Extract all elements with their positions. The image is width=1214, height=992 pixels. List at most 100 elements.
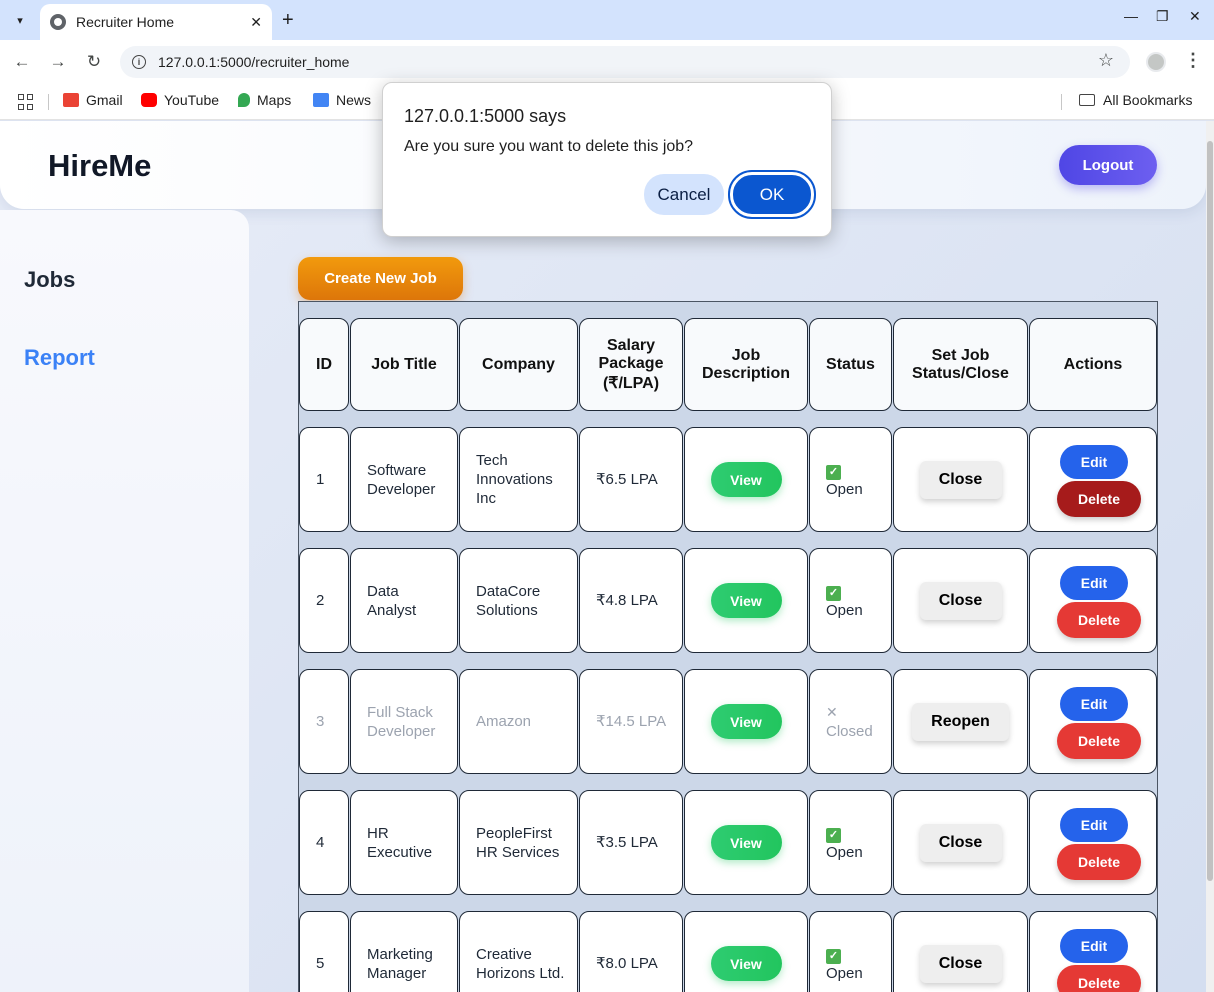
table-cell-salary: ₹4.8 LPA: [579, 548, 683, 653]
profile-avatar-icon[interactable]: [1146, 52, 1166, 72]
jobs-table: ID Job Title Company Salary Package (₹/LPA)…: [298, 301, 1158, 992]
address-bar[interactable]: i 127.0.0.1:5000/recruiter_home ☆: [120, 46, 1130, 78]
table-cell-job-title: Software Developer: [350, 427, 458, 532]
tab-title: Recruiter Home: [76, 14, 175, 30]
job-status: ✓ Open: [810, 582, 863, 620]
column-header-id: ID: [299, 318, 349, 411]
column-header-job-title: Job Title: [350, 318, 458, 411]
delete-job-button[interactable]: Delete: [1057, 602, 1141, 638]
close-job-button[interactable]: Close: [919, 944, 1002, 983]
view-description-button[interactable]: View: [710, 704, 782, 739]
logout-button[interactable]: Logout: [1059, 145, 1157, 185]
table-cell-company: Amazon: [459, 669, 578, 774]
job-company: PeopleFirst HR Services: [476, 824, 560, 861]
news-icon: [313, 93, 329, 107]
job-title: Full Stack Developer: [367, 703, 436, 740]
delete-job-button[interactable]: Delete: [1057, 481, 1141, 517]
table-cell-set-status: Close: [893, 427, 1028, 532]
column-header-salary: Salary Package (₹/LPA): [579, 318, 683, 411]
table-cell-description: View: [684, 911, 808, 992]
bookmark-star-icon[interactable]: ☆: [1098, 50, 1114, 71]
close-job-button[interactable]: Close: [919, 823, 1002, 862]
view-description-button[interactable]: View: [710, 946, 782, 981]
view-description-button[interactable]: View: [710, 462, 782, 497]
reopen-job-button[interactable]: Reopen: [912, 702, 1009, 741]
table-cell-actions: Edit Delete: [1029, 669, 1157, 774]
delete-job-button[interactable]: Delete: [1057, 965, 1141, 992]
job-id: 3: [316, 713, 325, 730]
page-scrollbar-thumb[interactable]: [1207, 141, 1213, 881]
table-cell-status: ✓ Open: [809, 790, 892, 895]
create-new-job-button[interactable]: Create New Job: [298, 257, 463, 300]
reload-icon[interactable]: ↻: [82, 50, 106, 74]
edit-job-button[interactable]: Edit: [1060, 929, 1128, 963]
confirm-dialog: 127.0.0.1:5000 says Are you sure you wan…: [382, 82, 832, 237]
job-status-text: Open: [826, 843, 863, 861]
table-cell-status: ✓ Open: [809, 427, 892, 532]
table-cell-actions: Edit Delete: [1029, 427, 1157, 532]
job-salary: ₹4.8 LPA: [596, 592, 658, 609]
edit-job-button[interactable]: Edit: [1060, 566, 1128, 600]
bookmark-gmail[interactable]: Gmail: [63, 92, 123, 108]
job-salary: ₹14.5 LPA: [596, 713, 667, 730]
edit-job-button[interactable]: Edit: [1060, 445, 1128, 479]
check-mark-icon: ✓: [826, 948, 841, 964]
close-job-button[interactable]: Close: [919, 460, 1002, 499]
table-cell-company: Creative Horizons Ltd.: [459, 911, 578, 992]
column-header-actions: Actions: [1029, 318, 1157, 411]
bookmark-maps[interactable]: Maps: [238, 92, 291, 108]
close-job-button[interactable]: Close: [919, 581, 1002, 620]
table-cell-status: ✕ Closed: [809, 669, 892, 774]
table-cell-set-status: Reopen: [893, 669, 1028, 774]
table-cell-company: Tech Innovations Inc: [459, 427, 578, 532]
table-cell-actions: Edit Delete: [1029, 548, 1157, 653]
sidebar-item-report[interactable]: Report: [24, 345, 95, 371]
restore-icon[interactable]: ❐: [1156, 8, 1169, 25]
dialog-ok-button[interactable]: OK: [728, 170, 816, 219]
delete-job-button[interactable]: Delete: [1057, 723, 1141, 759]
delete-job-button[interactable]: Delete: [1057, 844, 1141, 880]
apps-grid-icon[interactable]: [18, 94, 34, 110]
job-company: Amazon: [476, 713, 532, 730]
column-header-set-status: Set Job Status/Close: [893, 318, 1028, 411]
edit-job-button[interactable]: Edit: [1060, 687, 1128, 721]
table-cell-description: View: [684, 790, 808, 895]
dialog-cancel-button[interactable]: Cancel: [644, 174, 724, 215]
minimize-icon[interactable]: —: [1124, 8, 1138, 24]
column-header-status: Status: [809, 318, 892, 411]
table-cell-job-title: Data Analyst: [350, 548, 458, 653]
forward-icon[interactable]: →: [46, 50, 70, 74]
job-status-text: Open: [826, 601, 863, 619]
view-description-button[interactable]: View: [710, 825, 782, 860]
check-mark-icon: ✓: [826, 464, 841, 480]
job-id: 2: [316, 592, 325, 609]
job-id: 4: [316, 834, 325, 851]
job-company: Tech Innovations Inc: [476, 452, 553, 507]
url-text[interactable]: 127.0.0.1:5000/recruiter_home: [158, 54, 349, 70]
job-status: ✓ Open: [810, 945, 863, 983]
table-cell-id: 2: [299, 548, 349, 653]
bookmark-news[interactable]: News: [313, 92, 371, 108]
menu-kebab-icon[interactable]: ⋮: [1184, 50, 1202, 71]
table-cell-set-status: Close: [893, 911, 1028, 992]
bookmark-youtube[interactable]: YouTube: [141, 92, 219, 108]
job-salary: ₹3.5 LPA: [596, 834, 658, 851]
edit-job-button[interactable]: Edit: [1060, 808, 1128, 842]
sidebar: Jobs Report: [0, 210, 249, 992]
table-cell-status: ✓ Open: [809, 548, 892, 653]
site-info-icon[interactable]: i: [132, 55, 146, 69]
tab-recruiter-home[interactable]: Recruiter Home ✕: [40, 4, 272, 40]
new-tab-button[interactable]: +: [282, 8, 294, 32]
window-close-icon[interactable]: ✕: [1189, 8, 1201, 25]
sidebar-item-jobs[interactable]: Jobs: [24, 267, 75, 293]
favicon-icon: [50, 14, 66, 30]
tab-search-icon[interactable]: ▾: [8, 8, 32, 32]
youtube-icon: [141, 93, 157, 107]
all-bookmarks[interactable]: All Bookmarks: [1079, 92, 1192, 108]
gmail-icon: [63, 93, 79, 107]
back-icon[interactable]: ←: [10, 50, 34, 74]
table-cell-status: ✓ Open: [809, 911, 892, 992]
view-description-button[interactable]: View: [710, 583, 782, 618]
tab-close-icon[interactable]: ✕: [250, 14, 262, 31]
job-status: ✓ Open: [810, 461, 863, 499]
